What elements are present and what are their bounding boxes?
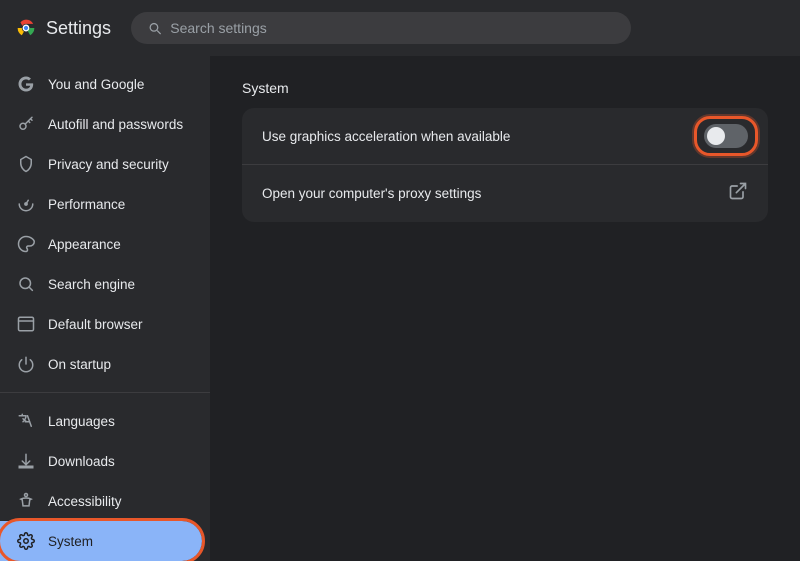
sidebar-item-label: Appearance <box>48 237 121 252</box>
sidebar-item-downloads[interactable]: Downloads <box>0 441 202 481</box>
body: You and Google Autofill and passwords Pr… <box>0 56 800 561</box>
section-title: System <box>242 80 768 96</box>
sidebar-item-label: Privacy and security <box>48 157 169 172</box>
gauge-icon <box>16 194 36 214</box>
sidebar-item-privacy-security[interactable]: Privacy and security <box>0 144 202 184</box>
settings-row-proxy[interactable]: Open your computer's proxy settings <box>242 165 768 222</box>
header: Settings <box>0 0 800 56</box>
sidebar-item-system[interactable]: System <box>0 521 202 561</box>
toggle-thumb <box>707 127 725 145</box>
sidebar-item-label: Accessibility <box>48 494 122 509</box>
power-icon <box>16 354 36 374</box>
sidebar-item-label: Search engine <box>48 277 135 292</box>
sidebar-item-autofill[interactable]: Autofill and passwords <box>0 104 202 144</box>
settings-row-graphics: Use graphics acceleration when available <box>242 108 768 165</box>
sidebar-item-search-engine[interactable]: Search engine <box>0 264 202 304</box>
browser-icon <box>16 314 36 334</box>
sidebar-item-label: You and Google <box>48 77 144 92</box>
sidebar-item-accessibility[interactable]: Accessibility <box>0 481 202 521</box>
key-icon <box>16 114 36 134</box>
download-icon <box>16 451 36 471</box>
sidebar-item-label: Autofill and passwords <box>48 117 183 132</box>
toggle-track <box>704 124 748 148</box>
proxy-external-link-icon <box>728 181 748 206</box>
settings-card: Use graphics acceleration when available… <box>242 108 768 222</box>
sidebar-item-appearance[interactable]: Appearance <box>0 224 202 264</box>
settings-gear-icon <box>16 531 36 551</box>
page-title: Settings <box>46 18 111 39</box>
sidebar-item-label: Languages <box>48 414 115 429</box>
sidebar-item-label: Default browser <box>48 317 143 332</box>
header-logo: Settings <box>16 18 111 39</box>
sidebar-item-performance[interactable]: Performance <box>0 184 202 224</box>
sidebar-item-languages[interactable]: Languages <box>0 401 202 441</box>
sidebar-item-you-and-google[interactable]: You and Google <box>0 64 202 104</box>
chrome-logo-icon <box>16 18 36 38</box>
google-icon <box>16 74 36 94</box>
shield-icon <box>16 154 36 174</box>
sidebar-item-label: Performance <box>48 197 125 212</box>
main-content: System Use graphics acceleration when av… <box>210 56 800 561</box>
sidebar-item-label: On startup <box>48 357 111 372</box>
proxy-settings-label: Open your computer's proxy settings <box>262 186 481 201</box>
search-input[interactable] <box>170 20 615 36</box>
search-bar[interactable] <box>131 12 631 44</box>
graphics-acceleration-label: Use graphics acceleration when available <box>262 129 510 144</box>
graphics-acceleration-toggle[interactable] <box>704 124 748 148</box>
sidebar: You and Google Autofill and passwords Pr… <box>0 56 210 561</box>
accessibility-icon <box>16 491 36 511</box>
sidebar-item-on-startup[interactable]: On startup <box>0 344 202 384</box>
sidebar-divider-1 <box>0 392 210 393</box>
palette-icon <box>16 234 36 254</box>
sidebar-item-label: System <box>48 534 93 549</box>
sidebar-item-label: Downloads <box>48 454 115 469</box>
sidebar-item-default-browser[interactable]: Default browser <box>0 304 202 344</box>
search-circle-icon <box>16 274 36 294</box>
translate-icon <box>16 411 36 431</box>
search-icon <box>147 20 162 36</box>
